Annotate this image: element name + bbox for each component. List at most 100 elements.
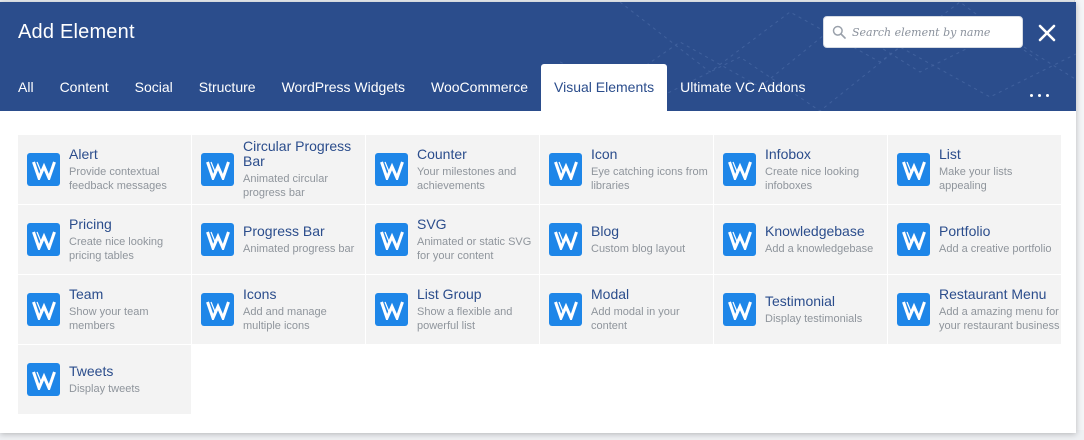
tab-ultimate-vc-addons[interactable]: Ultimate VC Addons [667,64,818,111]
element-item-icons[interactable]: Icons Add and manage multiple icons [192,275,366,345]
element-name: Portfolio [939,222,991,239]
tab-content[interactable]: Content [47,64,122,111]
search-icon [832,25,846,39]
element-item-pricing[interactable]: Pricing Create nice looking pricing tabl… [18,205,192,275]
element-description: Display testimonials [765,312,863,325]
element-item-progress-bar[interactable]: Progress Bar Animated progress bar [192,205,366,275]
element-item-list[interactable]: List Make your lists appealing [888,135,1062,205]
element-description: Your milestones and achievements [417,165,517,192]
tab-visual-elements[interactable]: Visual Elements [541,64,668,111]
element-name: Testimonial [765,292,836,309]
element-name: Modal [591,285,630,302]
element-text: Tweets Display tweets [69,363,140,396]
search-input[interactable] [852,25,1012,39]
more-dot-icon [1037,93,1041,97]
element-name: Icon [591,145,618,162]
element-text: Counter Your milestones and achievements [417,145,539,193]
more-dot-icon [1045,93,1049,97]
w-logo-icon [549,293,582,326]
element-item-infobox[interactable]: Infobox Create nice looking infoboxes [714,135,888,205]
add-element-dialog: Add Element AllContentSocialStructureWor… [0,2,1076,433]
element-text: Icons Add and manage multiple icons [243,285,365,333]
element-name: Knowledgebase [765,222,865,239]
w-logo-icon [27,293,60,326]
element-text: Modal Add modal in your content [591,285,713,333]
element-description: Provide contextual feedback messages [69,165,167,192]
close-icon [1038,24,1056,42]
element-item-portfolio[interactable]: Portfolio Add a creative portfolio [888,205,1062,275]
element-description: Eye catching icons from libraries [591,165,708,192]
element-description: Animated circular progress bar [243,173,328,199]
element-name: Progress Bar [243,222,325,239]
element-name: Team [69,285,104,302]
element-item-circular-progress-bar[interactable]: Circular Progress Bar Animated circular … [192,135,366,205]
element-item-restaurant-menu[interactable]: Restaurant Menu Add a amazing menu for y… [888,275,1062,345]
w-logo-icon [723,293,756,326]
element-text: Knowledgebase Add a knowledgebase [765,222,874,256]
element-name: Pricing [69,215,112,232]
tab-woocommerce[interactable]: WooCommerce [418,64,541,111]
element-item-alert[interactable]: Alert Provide contextual feedback messag… [18,135,192,205]
tab-social[interactable]: Social [122,64,186,111]
element-name: Counter [417,145,467,162]
element-description: Add a amazing menu for your restaurant b… [939,305,1060,332]
element-text: Team Show your team members [69,285,191,333]
element-item-list-group[interactable]: List Group Show a flexible and powerful … [366,275,540,345]
element-description: Add and manage multiple icons [243,305,327,332]
w-logo-icon [375,223,408,256]
element-text: Infobox Create nice looking infoboxes [765,146,887,193]
w-logo-icon [201,153,234,186]
tab-structure[interactable]: Structure [186,64,269,111]
element-item-svg[interactable]: SVG Animated or static SVG for your cont… [366,205,540,275]
element-text: Progress Bar Animated progress bar [243,222,355,256]
tab-all[interactable]: All [0,64,47,111]
element-description: Add modal in your content [591,305,680,332]
w-logo-icon [723,153,756,186]
element-description: Show a flexible and powerful list [417,305,513,332]
w-logo-icon [897,223,930,256]
element-description: Create nice looking infoboxes [765,165,860,192]
more-tabs-button[interactable] [1022,86,1056,104]
element-text: Pricing Create nice looking pricing tabl… [69,215,191,263]
element-description: Add a knowledgebase [765,242,874,255]
w-logo-icon [897,153,930,186]
element-grid: Alert Provide contextual feedback messag… [18,135,1062,415]
w-logo-icon [897,293,930,326]
element-item-tweets[interactable]: Tweets Display tweets [18,345,192,415]
element-description: Make your lists appealing [939,165,1013,192]
element-description: Animated or static SVG for your content [417,235,532,262]
category-tabs: All Content Social Structure WordPress Widge… [0,64,818,111]
w-logo-icon [375,293,408,326]
search-box[interactable] [823,16,1023,48]
w-logo-icon [201,293,234,326]
element-name: List [939,145,961,162]
element-item-blog[interactable]: Blog Custom blog layout [540,205,714,275]
element-item-icon[interactable]: Icon Eye catching icons from libraries [540,135,714,205]
element-item-team[interactable]: Team Show your team members [18,275,192,345]
element-description: Animated progress bar [243,242,355,255]
element-description: Add a creative portfolio [939,242,1052,255]
w-logo-icon [723,223,756,256]
element-text: List Make your lists appealing [939,145,1061,193]
w-logo-icon [549,153,582,186]
element-text: List Group Show a flexible and powerful … [417,286,539,333]
element-item-testimonial[interactable]: Testimonial Display testimonials [714,275,888,345]
element-name: Icons [243,285,277,302]
close-button[interactable] [1036,22,1058,44]
element-name: SVG [417,215,447,232]
element-item-counter[interactable]: Counter Your milestones and achievements [366,135,540,205]
element-text: Alert Provide contextual feedback messag… [69,146,191,193]
element-description: Custom blog layout [591,242,686,255]
element-text: Portfolio Add a creative portfolio [939,222,1052,256]
w-logo-icon [27,363,60,396]
element-item-knowledgebase[interactable]: Knowledgebase Add a knowledgebase [714,205,888,275]
more-dot-icon [1029,93,1033,97]
element-text: Blog Custom blog layout [591,223,686,256]
w-logo-icon [27,223,60,256]
w-logo-icon [375,153,408,186]
tab-wordpress-widgets[interactable]: WordPress Widgets [269,64,418,111]
element-item-modal[interactable]: Modal Add modal in your content [540,275,714,345]
dialog-title: Add Element [18,21,135,43]
element-description: Display tweets [69,382,140,395]
w-logo-icon [201,223,234,256]
